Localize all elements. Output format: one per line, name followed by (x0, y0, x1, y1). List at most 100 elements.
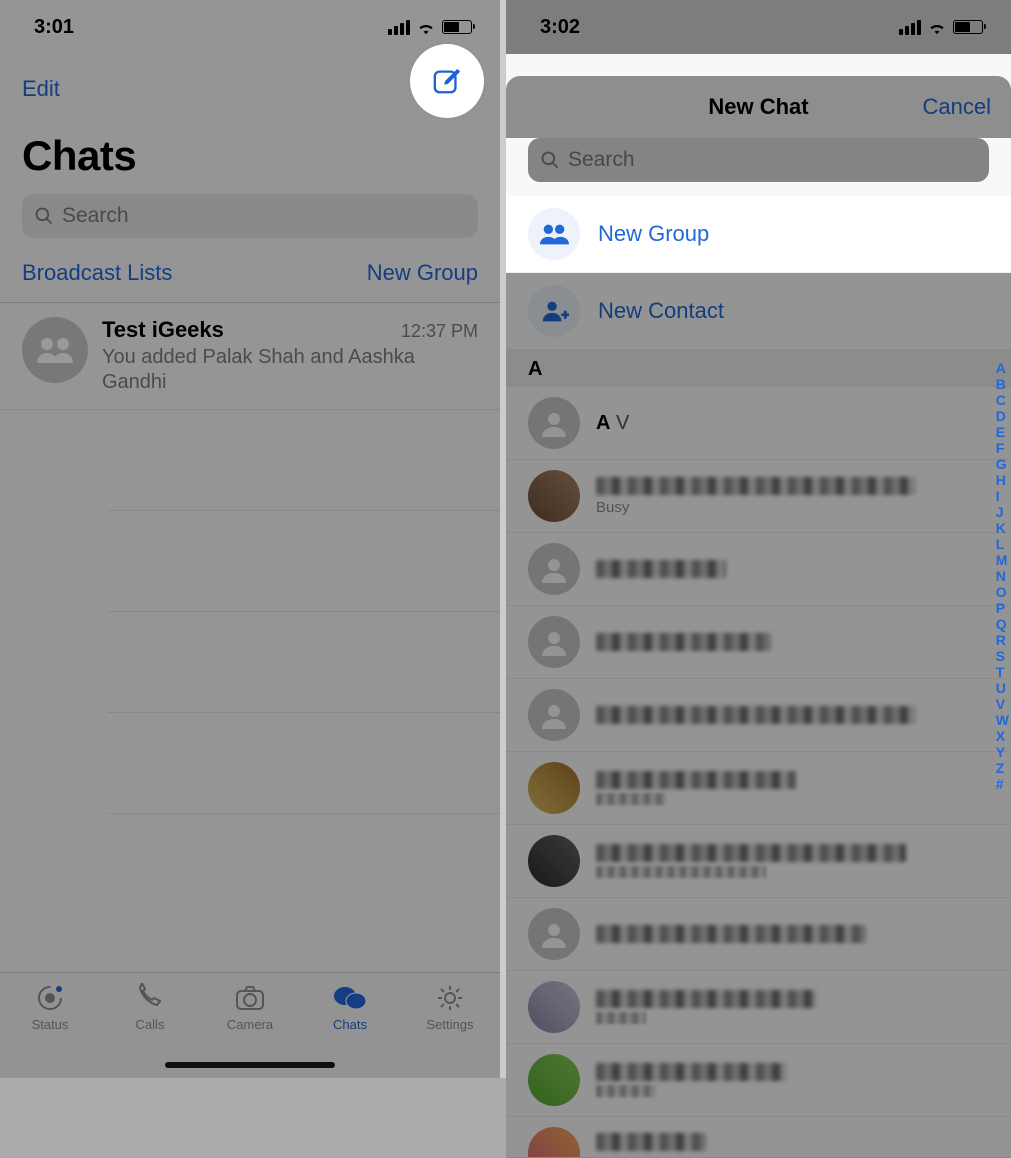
chat-time: 12:37 PM (401, 321, 478, 342)
alpha-index-letter[interactable]: E (996, 424, 1009, 440)
edit-button[interactable]: Edit (22, 76, 60, 102)
chat-preview: You added Palak Shah and Aashka Gandhi (102, 343, 478, 395)
avatar (528, 1054, 580, 1106)
alpha-index-letter[interactable]: F (996, 440, 1009, 456)
clock: 3:01 (34, 16, 74, 39)
alpha-index-letter[interactable]: J (996, 504, 1009, 520)
contact-name: A V (596, 412, 629, 435)
right-screenshot: 3:02 New Chat Cancel Search New Group (506, 0, 1011, 1078)
avatar-placeholder-icon (528, 397, 580, 449)
redacted-name (596, 706, 916, 724)
contact-row[interactable] (506, 898, 1011, 971)
alpha-index-letter[interactable]: N (996, 568, 1009, 584)
alpha-index-letter[interactable]: O (996, 584, 1009, 600)
avatar-placeholder-icon (528, 689, 580, 741)
contact-row[interactable] (506, 533, 1011, 606)
wifi-icon (927, 20, 947, 35)
contact-row[interactable]: A V (506, 387, 1011, 460)
redacted-name (596, 771, 796, 789)
chat-name: Test iGeeks (102, 317, 224, 343)
search-icon (540, 150, 560, 170)
chat-row[interactable]: Test iGeeks 12:37 PM You added Palak Sha… (0, 303, 500, 410)
alpha-index-letter[interactable]: Z (996, 760, 1009, 776)
alpha-index-letter[interactable]: C (996, 392, 1009, 408)
alpha-index-letter[interactable]: S (996, 648, 1009, 664)
redacted-name (596, 1133, 706, 1151)
wifi-icon (416, 20, 436, 35)
alpha-index-letter[interactable]: B (996, 376, 1009, 392)
phone-icon (132, 983, 168, 1013)
battery-icon (953, 20, 983, 34)
avatar-placeholder-icon (528, 616, 580, 668)
new-group-button[interactable]: New Group (367, 260, 478, 286)
alpha-index-letter[interactable]: H (996, 472, 1009, 488)
status-bar: 3:02 (506, 0, 1011, 54)
alpha-index-letter[interactable]: K (996, 520, 1009, 536)
modal-title: New Chat (708, 94, 808, 120)
broadcast-lists-button[interactable]: Broadcast Lists (22, 260, 172, 286)
redacted-name (596, 633, 771, 651)
alpha-index-letter[interactable]: G (996, 456, 1009, 472)
avatar (528, 1127, 580, 1157)
cancel-button[interactable]: Cancel (923, 94, 991, 120)
new-group-label: New Group (598, 221, 709, 247)
section-header: A (506, 350, 1011, 387)
avatar (528, 762, 580, 814)
avatar (528, 835, 580, 887)
search-input[interactable]: Search (528, 138, 989, 182)
redacted-status (596, 1085, 656, 1097)
contact-row[interactable] (506, 752, 1011, 825)
new-contact-option[interactable]: New Contact (506, 273, 1011, 350)
avatar-placeholder-icon (528, 908, 580, 960)
alpha-index-letter[interactable]: L (996, 536, 1009, 552)
redacted-name (596, 560, 726, 578)
alpha-index-letter[interactable]: Y (996, 744, 1009, 760)
alpha-index-letter[interactable]: # (996, 776, 1009, 792)
redacted-name (596, 1063, 786, 1081)
contact-row[interactable] (506, 1044, 1011, 1117)
alpha-index-letter[interactable]: T (996, 664, 1009, 680)
gear-icon (432, 983, 468, 1013)
alpha-index-letter[interactable]: D (996, 408, 1009, 424)
avatar (528, 981, 580, 1033)
compose-button[interactable] (410, 44, 484, 118)
compose-icon (432, 66, 462, 96)
redacted-name (596, 990, 816, 1008)
search-placeholder: Search (568, 148, 635, 172)
contact-row[interactable] (506, 679, 1011, 752)
new-contact-label: New Contact (598, 298, 724, 324)
search-icon (34, 206, 54, 226)
alpha-index-letter[interactable]: Q (996, 616, 1009, 632)
contact-status: Busy (596, 499, 916, 516)
camera-icon (232, 983, 268, 1013)
add-contact-icon (539, 299, 569, 323)
group-avatar-icon (22, 317, 88, 383)
cellular-icon (388, 20, 410, 35)
chats-icon (332, 983, 368, 1013)
tab-settings[interactable]: Settings (405, 983, 495, 1078)
alpha-index-letter[interactable]: P (996, 600, 1009, 616)
alpha-index-letter[interactable]: M (996, 552, 1009, 568)
alpha-index-letter[interactable]: X (996, 728, 1009, 744)
alpha-index-letter[interactable]: R (996, 632, 1009, 648)
contact-row[interactable] (506, 825, 1011, 898)
alpha-index[interactable]: ABCDEFGHIJKLMNOPQRSTUVWXYZ# (996, 360, 1009, 792)
tab-status[interactable]: Status (5, 983, 95, 1078)
contact-row[interactable] (506, 606, 1011, 679)
modal-header: New Chat Cancel (506, 76, 1011, 138)
alpha-index-letter[interactable]: I (996, 488, 1009, 504)
alpha-index-letter[interactable]: A (996, 360, 1009, 376)
search-input[interactable]: Search (22, 194, 478, 238)
contact-row[interactable] (506, 971, 1011, 1044)
contact-row[interactable] (506, 1117, 1011, 1158)
tab-bar: Status Calls Camera Chats Settings (0, 972, 500, 1078)
redacted-status (596, 793, 666, 805)
status-icon (32, 983, 68, 1013)
new-group-option[interactable]: New Group (506, 196, 1011, 273)
redacted-name (596, 477, 916, 495)
redacted-name (596, 844, 906, 862)
alpha-index-letter[interactable]: U (996, 680, 1009, 696)
alpha-index-letter[interactable]: V (996, 696, 1009, 712)
alpha-index-letter[interactable]: W (996, 712, 1009, 728)
contact-row[interactable]: Busy (506, 460, 1011, 533)
